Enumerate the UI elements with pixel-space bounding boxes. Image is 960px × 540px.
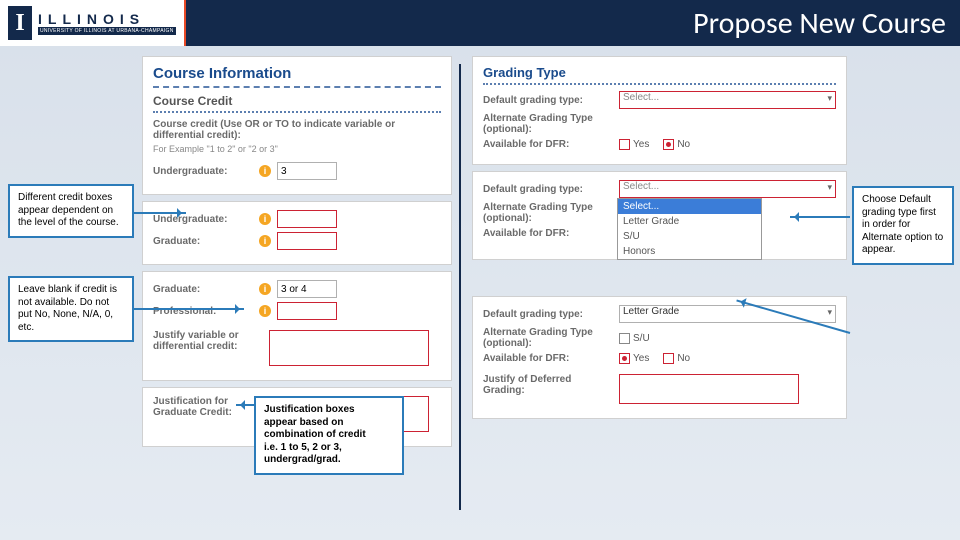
c3-l3: combination of credit	[264, 429, 394, 442]
label-default-grading: Default grading type:	[483, 184, 613, 195]
callout-justification: Justification boxes appear based on comb…	[254, 396, 404, 475]
info-icon[interactable]: i	[259, 213, 271, 225]
callout-default-grading: Choose Default grading type first in ord…	[852, 186, 954, 265]
yes-label: Yes	[633, 139, 649, 150]
dfr-no[interactable]: No	[663, 353, 690, 364]
graduate-credit-input[interactable]	[277, 280, 337, 298]
callout-credit-boxes: Different credit boxes appear dependent …	[8, 184, 134, 238]
column-divider	[459, 64, 461, 510]
c3-l1: Justification boxes	[264, 404, 394, 417]
undergrad-credit-input[interactable]	[277, 210, 337, 228]
professional-credit-input[interactable]	[277, 302, 337, 320]
label-graduate: Graduate:	[153, 236, 253, 247]
section-grading-type: Grading Type	[483, 65, 836, 85]
subsection-course-credit: Course Credit	[153, 94, 441, 113]
label-undergraduate: Undergraduate:	[153, 166, 253, 177]
info-icon[interactable]: i	[259, 165, 271, 177]
justify-dfr-textarea[interactable]	[619, 374, 799, 404]
credit-hint: For Example "1 to 2" or "2 or 3"	[153, 144, 441, 154]
logo-text: ILLINOIS UNIVERSITY OF ILLINOIS AT URBAN…	[38, 11, 176, 35]
default-grading-select-open[interactable]: Select...	[619, 180, 836, 198]
justify-variable-textarea[interactable]	[269, 330, 429, 366]
dfr-radio-group: Yes No	[619, 353, 690, 364]
arrow-4	[790, 216, 850, 218]
logo-word: ILLINOIS	[38, 11, 176, 27]
label-default-grading: Default grading type:	[483, 95, 613, 106]
option-letter-grade[interactable]: Letter Grade	[618, 214, 761, 229]
header-bar: I ILLINOIS UNIVERSITY OF ILLINOIS AT URB…	[0, 0, 960, 46]
info-icon[interactable]: i	[259, 283, 271, 295]
label-justify-variable: Justify variable or differential credit:	[153, 330, 263, 352]
course-info-card-3: Graduate: i Professional: i Justify vari…	[142, 271, 452, 381]
grading-dropdown-list[interactable]: Select... Letter Grade S/U Honors	[617, 198, 762, 260]
logo: I ILLINOIS UNIVERSITY OF ILLINOIS AT URB…	[0, 0, 186, 46]
logo-subtitle: UNIVERSITY OF ILLINOIS AT URBANA-CHAMPAI…	[38, 27, 176, 35]
c3-l5: undergrad/grad.	[264, 454, 394, 467]
label-graduate: Graduate:	[153, 284, 253, 295]
section-course-information: Course Information	[153, 65, 441, 88]
label-justify-graduate: Justification for Graduate Credit:	[153, 396, 263, 418]
grading-card-1: Grading Type Default grading type: Selec…	[472, 56, 847, 165]
label-dfr: Available for DFR:	[483, 353, 613, 364]
dfr-no[interactable]: No	[663, 139, 690, 150]
page-title: Propose New Course	[693, 5, 946, 42]
arrow-1	[134, 212, 186, 214]
c3-l2: appear based on	[264, 417, 394, 430]
label-default-grading: Default grading type:	[483, 309, 613, 320]
illinois-block-i-icon: I	[8, 6, 32, 40]
no-label: No	[677, 139, 690, 150]
dfr-yes[interactable]: Yes	[619, 353, 649, 364]
graduate-credit-input[interactable]	[277, 232, 337, 250]
label-alternate-grading: Alternate Grading Type (optional):	[483, 327, 613, 349]
default-grading-select[interactable]: Select...	[619, 91, 836, 109]
alt-su-checkbox[interactable]: S/U	[619, 333, 650, 344]
c3-l4: i.e. 1 to 5, 2 or 3,	[264, 442, 394, 455]
option-su[interactable]: S/U	[618, 229, 761, 244]
course-info-card-1: Course Information Course Credit Course …	[142, 56, 452, 195]
dfr-radio-group: Yes No	[619, 139, 690, 150]
dfr-yes[interactable]: Yes	[619, 139, 649, 150]
option-honors[interactable]: Honors	[618, 244, 761, 259]
course-info-card-2: Undergraduate: i Graduate: i	[142, 201, 452, 265]
label-dfr: Available for DFR:	[483, 228, 613, 239]
label-alternate-grading: Alternate Grading Type (optional):	[483, 202, 613, 224]
arrow-3	[236, 404, 254, 406]
yes-label: Yes	[633, 353, 649, 364]
label-undergraduate: Undergraduate:	[153, 214, 253, 225]
label-alternate-grading: Alternate Grading Type (optional):	[483, 113, 613, 135]
label-justify-dfr: Justify of Deferred Grading:	[483, 374, 613, 396]
no-label: No	[677, 353, 690, 364]
su-label: S/U	[633, 333, 650, 344]
option-select[interactable]: Select...	[618, 199, 761, 214]
credit-instruction: Course credit (Use OR or TO to indicate …	[153, 119, 441, 141]
callout-leave-blank: Leave blank if credit is not available. …	[8, 276, 134, 342]
info-icon[interactable]: i	[259, 305, 271, 317]
label-dfr: Available for DFR:	[483, 139, 613, 150]
undergrad-credit-input[interactable]	[277, 162, 337, 180]
arrow-2	[134, 308, 244, 310]
info-icon[interactable]: i	[259, 235, 271, 247]
